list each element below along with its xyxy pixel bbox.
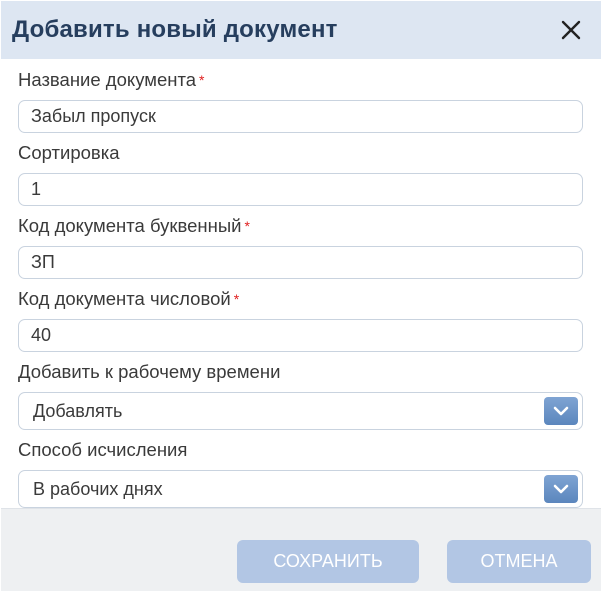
dialog-footer: СОХРАНИТЬ ОТМЕНА [1, 508, 601, 591]
required-mark: * [244, 218, 250, 234]
dialog-header: Добавить новый документ [1, 1, 601, 59]
letter-code-label: Код документа буквенный * [18, 215, 250, 236]
document-form: Название документа * Забыл пропуск Сортир… [1, 59, 601, 508]
add-document-dialog: Добавить новый документ Название докумен… [1, 1, 601, 591]
close-button[interactable] [551, 10, 591, 50]
dropdown-button[interactable] [544, 397, 578, 425]
number-code-input[interactable]: 40 [18, 319, 583, 352]
dialog-title: Добавить новый документ [12, 16, 338, 43]
doc-name-input[interactable]: Забыл пропуск [18, 100, 583, 133]
calc-method-value: В рабочих днях [33, 478, 163, 499]
add-to-worktime-label: Добавить к рабочему времени [18, 361, 281, 382]
calc-method-label: Способ исчисления [18, 439, 188, 460]
chevron-down-icon [553, 406, 569, 416]
dropdown-button[interactable] [544, 475, 578, 503]
number-code-label: Код документа числовой * [18, 288, 240, 309]
save-button[interactable]: СОХРАНИТЬ [237, 540, 419, 583]
add-to-worktime-value: Добавлять [33, 400, 123, 421]
sort-input[interactable]: 1 [18, 173, 583, 206]
add-to-worktime-select[interactable]: Добавлять [18, 392, 583, 430]
close-icon [561, 20, 581, 40]
required-mark: * [199, 72, 205, 88]
letter-code-input[interactable]: ЗП [18, 246, 583, 279]
chevron-down-icon [553, 484, 569, 494]
calc-method-select[interactable]: В рабочих днях [18, 470, 583, 508]
required-mark: * [233, 291, 240, 307]
cancel-button[interactable]: ОТМЕНА [447, 540, 591, 583]
sort-label: Сортировка [18, 142, 120, 163]
doc-name-label: Название документа * [18, 69, 205, 90]
